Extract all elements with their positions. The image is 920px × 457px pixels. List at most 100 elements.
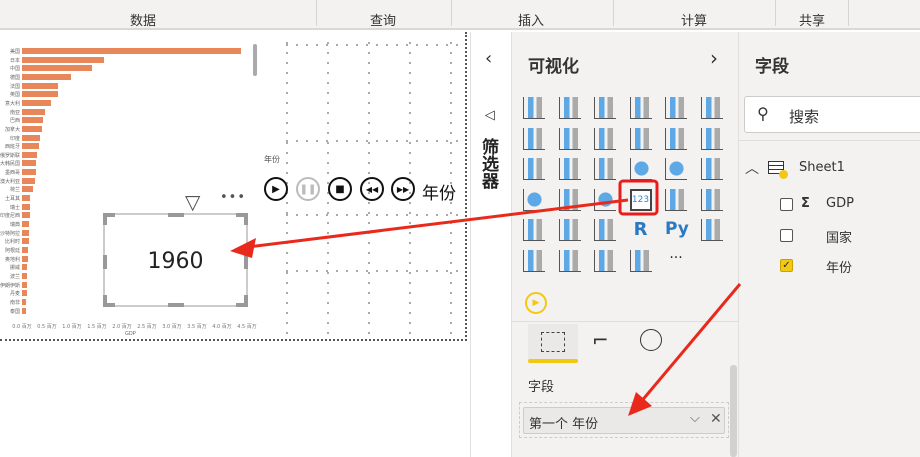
bar[interactable] [22, 290, 27, 297]
paginated-icon[interactable] [594, 249, 616, 272]
bar[interactable] [22, 99, 51, 106]
area-icon[interactable] [558, 127, 581, 150]
field-label[interactable]: GDP [826, 196, 854, 211]
stop-button[interactable]: ■ [328, 177, 352, 201]
bar[interactable] [22, 134, 40, 141]
paint-roller-icon[interactable]: ⌐ [592, 328, 609, 352]
collapse-chevron-icon[interactable]: ︿ [745, 158, 759, 178]
field-checkbox[interactable]: ✓ [780, 259, 793, 272]
pause-button[interactable]: ❚❚ [296, 177, 320, 201]
treemap-icon[interactable] [700, 158, 723, 180]
more-icon[interactable]: ··· [665, 250, 687, 272]
qa-icon[interactable] [558, 249, 581, 272]
bar[interactable] [22, 281, 27, 288]
bar[interactable] [22, 307, 26, 314]
fields-tab-icon [541, 332, 565, 352]
funnel-icon[interactable] [558, 158, 581, 180]
matrix-icon[interactable] [594, 219, 616, 241]
field-label[interactable]: 年份 [826, 257, 852, 276]
field-checkbox[interactable] [780, 198, 793, 211]
ribbon-group-insert: 插入 [517, 14, 545, 29]
bar[interactable] [22, 246, 28, 253]
stacked-bar-icon[interactable] [523, 97, 545, 119]
field-label[interactable]: 国家 [826, 227, 852, 246]
gauge-icon[interactable] [594, 188, 616, 211]
bar[interactable] [22, 160, 36, 167]
analytics-icon[interactable] [640, 329, 662, 351]
map-icon[interactable] [523, 188, 545, 211]
kpi-icon[interactable] [700, 188, 723, 211]
card-icon[interactable]: 123 [629, 188, 652, 211]
pie-icon[interactable] [629, 158, 652, 180]
next-button[interactable]: ▶▶ [391, 177, 415, 201]
more-options-icon[interactable]: ••• [220, 190, 246, 205]
bar[interactable] [22, 65, 92, 72]
r-visual-icon[interactable]: R [630, 219, 652, 241]
line-icon[interactable] [523, 127, 545, 150]
bar[interactable] [22, 91, 58, 98]
filter-icon[interactable]: ▽ [185, 190, 200, 214]
donut-icon[interactable] [665, 158, 687, 180]
bar[interactable] [22, 177, 35, 184]
close-icon[interactable]: ✕ [710, 411, 722, 427]
previous-button[interactable]: ◀◀ [360, 177, 384, 201]
decomposition-tree-icon[interactable] [523, 249, 545, 272]
bar[interactable] [22, 169, 36, 176]
bar[interactable] [22, 117, 43, 124]
bar[interactable] [22, 125, 42, 132]
chevron-right-icon[interactable]: › [710, 46, 718, 70]
stacked-area-icon[interactable] [594, 127, 616, 150]
chart-scrollbar[interactable] [253, 44, 257, 76]
bar[interactable] [22, 73, 71, 80]
tab-fields[interactable] [528, 324, 578, 363]
power-apps-icon[interactable] [629, 249, 652, 272]
bar[interactable] [22, 221, 29, 227]
scatter-icon[interactable] [594, 158, 616, 180]
filters-pane-collapsed[interactable]: ‹ ▽ 筛选器 [470, 32, 511, 457]
bar[interactable] [22, 143, 39, 150]
clustered-bar-icon[interactable] [594, 97, 616, 119]
key-influencers-icon[interactable] [700, 219, 723, 241]
bar[interactable] [22, 56, 104, 63]
python-visual-icon[interactable]: Py [665, 219, 695, 241]
play-button[interactable]: ▶ [264, 177, 288, 201]
bar[interactable] [22, 186, 33, 193]
category-label: 巴西 [9, 118, 20, 125]
bar[interactable] [22, 151, 37, 158]
line-clustered-icon[interactable] [665, 127, 687, 150]
ribbon-icon[interactable] [700, 127, 723, 150]
100-column-icon[interactable] [700, 97, 723, 119]
viz-title: 可视化 [528, 57, 579, 77]
search-input[interactable]: ⚲ 搜索 [744, 96, 920, 133]
bar[interactable] [22, 48, 241, 54]
bar[interactable] [22, 272, 27, 279]
filters-label[interactable]: 筛选器 [478, 138, 501, 189]
100-bar-icon[interactable] [665, 97, 687, 119]
bar[interactable] [22, 238, 29, 245]
waterfall-icon[interactable] [523, 158, 545, 180]
filled-map-icon[interactable] [558, 188, 581, 211]
slicer-icon[interactable] [523, 219, 545, 241]
bar[interactable] [22, 255, 28, 262]
bar[interactable] [22, 82, 58, 89]
play-axis-visual-icon[interactable]: ▶ [525, 292, 547, 314]
line-column-icon[interactable] [629, 127, 652, 150]
stacked-column-icon[interactable] [558, 97, 581, 119]
card-visual[interactable]: 1960 [103, 213, 248, 307]
bar[interactable] [22, 264, 27, 271]
multi-row-card-icon[interactable] [665, 188, 687, 211]
viz-scrollbar[interactable] [730, 365, 737, 457]
clustered-column-icon[interactable] [629, 97, 652, 119]
bar[interactable] [22, 108, 45, 115]
bar[interactable] [22, 195, 30, 202]
bar[interactable] [22, 212, 30, 219]
chevron-down-icon[interactable]: ⌵ [690, 411, 700, 426]
table-icon[interactable] [558, 219, 581, 241]
table-name[interactable]: Sheet1 [799, 160, 845, 175]
field-checkbox[interactable] [780, 228, 793, 242]
field-pill[interactable]: 第一个 年份 ⌵ ✕ [523, 407, 725, 434]
bar[interactable] [22, 229, 29, 236]
chevron-left-icon[interactable]: ‹ [485, 48, 492, 69]
bar[interactable] [22, 203, 30, 210]
bar[interactable] [22, 298, 26, 305]
